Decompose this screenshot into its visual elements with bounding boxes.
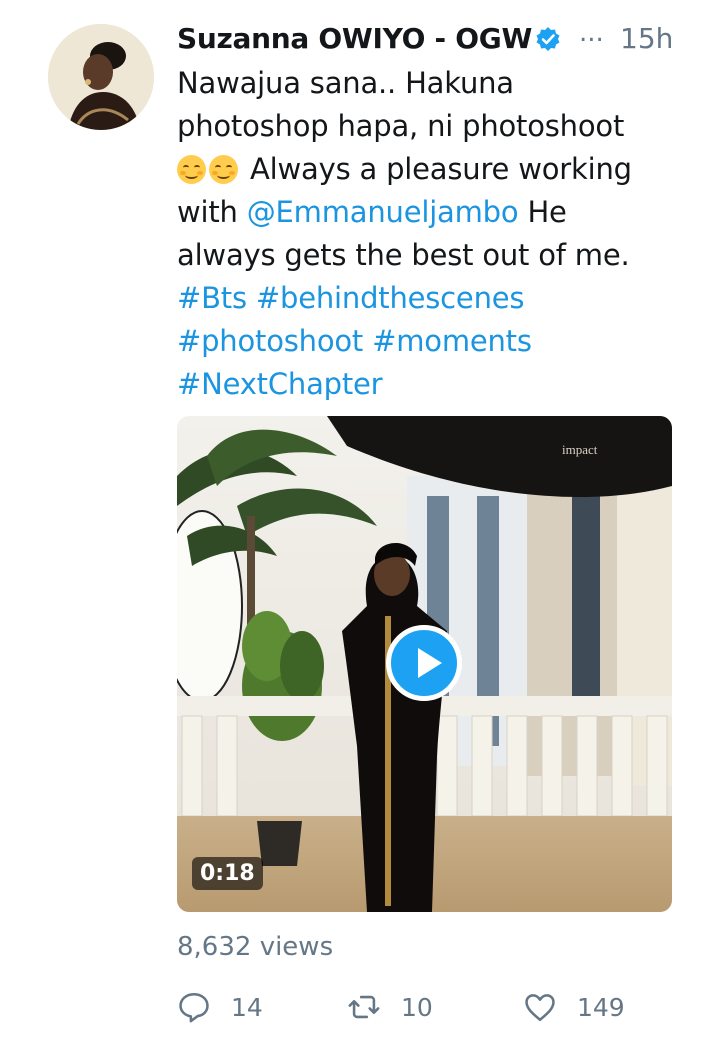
like-count: 149 [577,992,625,1022]
text-line: Nawajua sana.. Hakuna [177,66,514,100]
retweet-button[interactable]: 10 [347,985,433,1029]
reply-button[interactable]: 14 [177,985,263,1029]
hashtag-line: #photoshoot #moments [177,320,697,363]
tweet-header: Suzanna OWIYO - OGW ... 15h [177,18,697,60]
impact-sign: impact [562,442,598,457]
hashtag-line: #NextChapter [177,363,697,406]
hashtag-link[interactable]: #behindthescenes [256,281,525,315]
hashtag-link[interactable]: #moments [372,324,532,358]
text-segment: with [177,195,247,229]
smiling-face-emoji [177,155,206,184]
play-button[interactable] [386,625,462,701]
reply-count: 14 [231,992,263,1022]
text-line: photoshop hapa, ni photoshoot [177,109,625,143]
hashtag-link[interactable]: #photoshoot [177,324,363,358]
like-button[interactable]: 149 [523,985,625,1029]
text-line: Always a pleasure working [177,148,697,191]
text-segment: He [518,195,567,229]
text-line: with @Emmanueljambo He [177,191,697,234]
retweet-count: 10 [401,992,433,1022]
tweet-timestamp[interactable]: 15h [620,22,673,55]
avatar-photo [48,24,154,130]
retweet-icon [348,995,380,1019]
view-count: 8,632 views [177,932,334,962]
video-duration: 0:18 [192,857,263,890]
tweet-text: Nawajua sana.. Hakuna photoshop hapa, ni… [177,62,697,406]
verified-badge-icon [536,27,560,51]
hashtag-link[interactable]: #NextChapter [177,367,383,401]
hashtag-line: #Bts #behindthescenes [177,277,697,320]
more-options-button[interactable]: ... [579,18,604,48]
mention-link[interactable]: @Emmanueljambo [247,195,519,229]
like-heart-icon [525,994,555,1022]
author-name[interactable]: Suzanna OWIYO - OGW [177,22,532,55]
text-line: always gets the best out of me. [177,238,630,272]
video-player[interactable]: impact 0:18 [177,416,672,912]
text-segment: Always a pleasure working [250,152,632,186]
tweet-actions: 14 10 149 [177,985,672,1029]
reply-icon [179,992,209,1023]
avatar[interactable] [48,24,154,130]
smiling-face-emoji [209,155,238,184]
hashtag-link[interactable]: #Bts [177,281,247,315]
